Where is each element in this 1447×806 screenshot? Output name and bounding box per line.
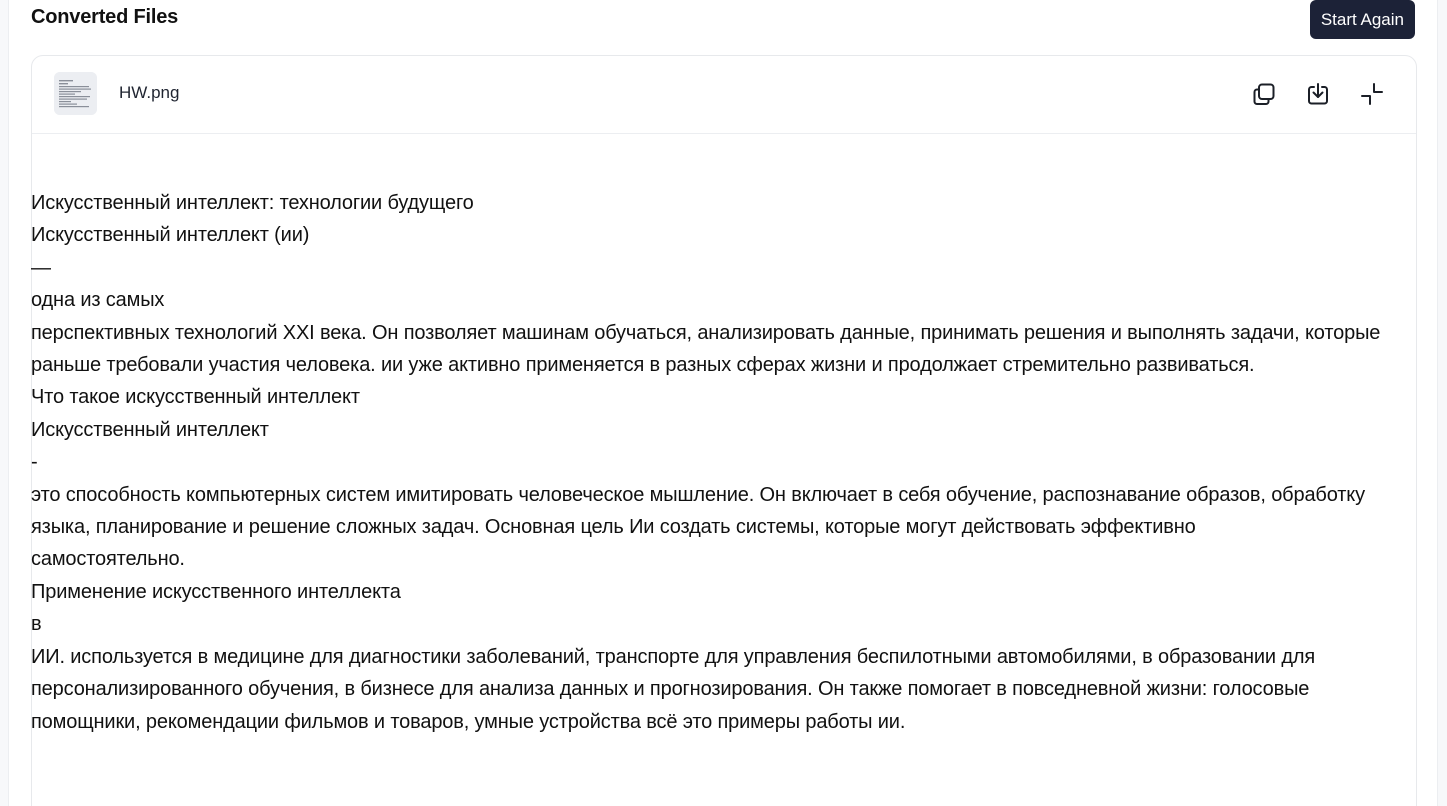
content-line: в (31, 613, 42, 636)
converted-text-content: Искусственный интеллект: технологии буду… (31, 131, 1417, 738)
content-line: одна из самых (31, 289, 165, 312)
start-again-button[interactable]: Start Again (1309, 0, 1415, 39)
collapse-button[interactable] (1356, 78, 1388, 110)
image-thumbnail[interactable] (54, 72, 97, 115)
content-line: — (31, 256, 51, 279)
copy-button[interactable] (1248, 78, 1280, 110)
content-paragraph: это способность компьютерных систем имит… (31, 483, 1365, 539)
content-paragraph: ИИ. используется в медицине для диагност… (31, 645, 1316, 733)
file-card-header: HW.png (32, 56, 1416, 134)
collapse-icon (1359, 81, 1385, 107)
file-name: HW.png (119, 83, 180, 102)
section-header: Converted Files Start Again (31, 0, 1415, 39)
content-line: Искусственный интеллект (31, 418, 269, 441)
content-line: - (31, 451, 38, 474)
download-button[interactable] (1302, 78, 1334, 110)
copy-icon (1251, 81, 1277, 107)
content-line: Применение искусственного интеллекта (31, 580, 401, 603)
converted-files-panel: Converted Files Start Again HW.png Искус… (8, 0, 1438, 806)
content-line: Искусственный интеллект: технологии буду… (31, 192, 474, 214)
content-line: Искусственный интеллект (ии) (31, 224, 310, 247)
download-icon (1305, 81, 1331, 107)
content-line: самостоятельно. (31, 548, 185, 571)
section-title: Converted Files (31, 6, 179, 28)
content-line: Что такое искусственный интеллект (31, 386, 360, 409)
content-paragraph: перспективных технологий XXI века. Он по… (31, 321, 1381, 377)
